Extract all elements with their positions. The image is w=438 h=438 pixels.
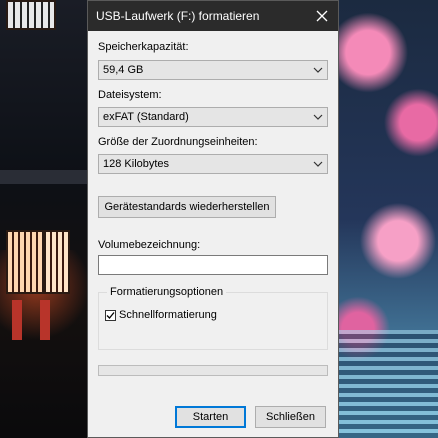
wallpaper-lantern	[6, 0, 56, 30]
quick-format-checkbox[interactable]	[105, 309, 116, 321]
wallpaper-pillar	[40, 300, 50, 340]
close-button[interactable]	[306, 1, 338, 31]
wallpaper-stairs	[338, 330, 438, 438]
filesystem-value: exFAT (Standard)	[103, 111, 189, 123]
chevron-down-icon	[313, 161, 323, 167]
format-progress-bar	[98, 365, 328, 376]
allocation-select[interactable]: 128 Kilobytes	[98, 154, 328, 174]
chevron-down-icon	[313, 114, 323, 120]
format-dialog: USB-Laufwerk (F:) formatieren Speicherka…	[87, 0, 339, 438]
chevron-down-icon	[313, 67, 323, 73]
quick-format-label: Schnellformatierung	[119, 309, 217, 321]
format-options-group: Formatierungsoptionen Schnellformatierun…	[98, 286, 328, 350]
volume-label: Volumebezeichnung:	[98, 239, 201, 251]
format-options-label: Formatierungsoptionen	[107, 286, 227, 298]
capacity-value: 59,4 GB	[103, 64, 144, 76]
close-icon	[316, 10, 328, 22]
volume-input[interactable]	[98, 255, 328, 275]
start-button[interactable]: Starten	[175, 406, 246, 428]
wallpaper-left	[0, 0, 90, 438]
restore-defaults-button[interactable]: Gerätestandards wiederherstellen	[98, 196, 276, 218]
quick-format-checkbox-row[interactable]: Schnellformatierung	[105, 309, 217, 321]
capacity-label: Speicherkapazität:	[98, 41, 189, 53]
checkmark-icon	[106, 311, 115, 319]
title-bar[interactable]: USB-Laufwerk (F:) formatieren	[88, 1, 338, 31]
wallpaper-lantern	[6, 230, 44, 294]
filesystem-select[interactable]: exFAT (Standard)	[98, 107, 328, 127]
wallpaper-pillar	[12, 300, 22, 340]
allocation-value: 128 Kilobytes	[103, 158, 170, 170]
filesystem-label: Dateisystem:	[98, 89, 162, 101]
close-dialog-button[interactable]: Schließen	[255, 406, 326, 428]
dialog-title: USB-Laufwerk (F:) formatieren	[96, 9, 260, 23]
wallpaper-lantern	[44, 230, 70, 294]
allocation-label: Größe der Zuordnungseinheiten:	[98, 136, 258, 148]
wallpaper-roof	[0, 170, 90, 184]
capacity-select[interactable]: 59,4 GB	[98, 60, 328, 80]
